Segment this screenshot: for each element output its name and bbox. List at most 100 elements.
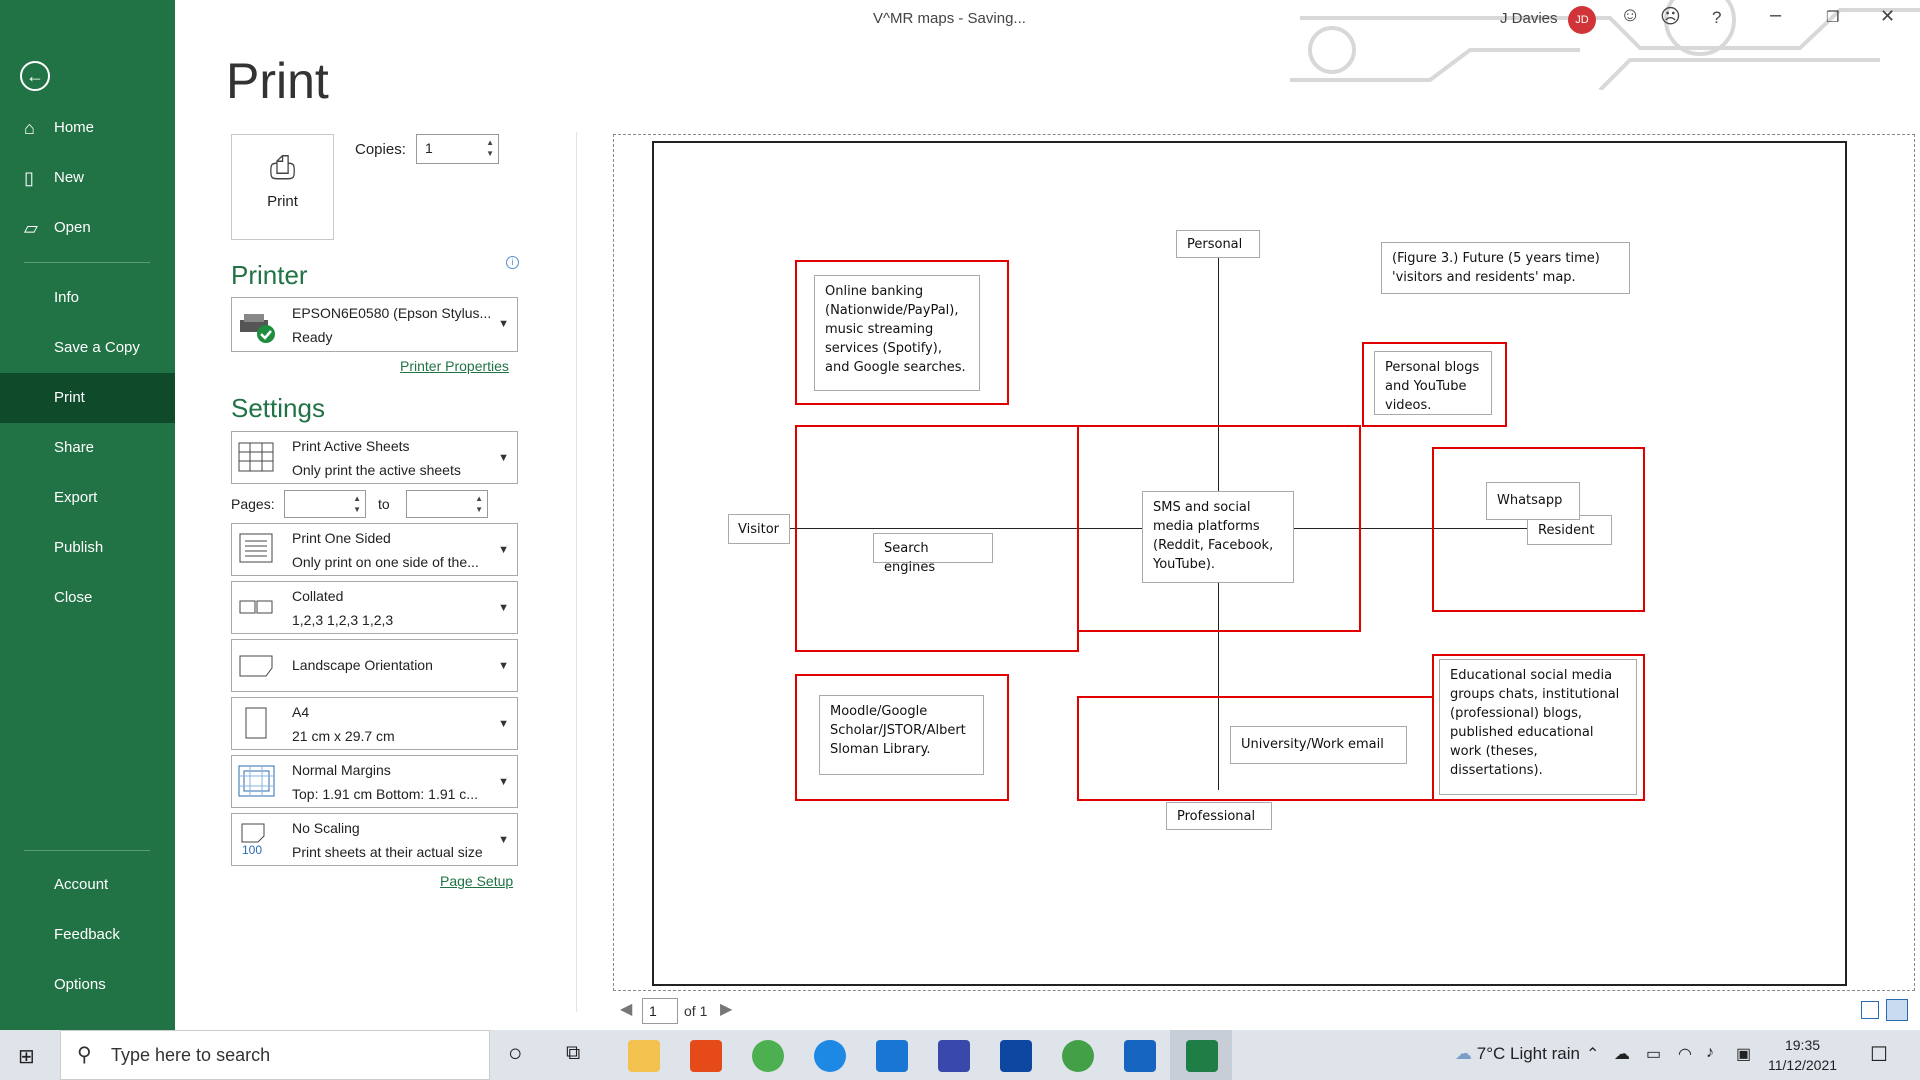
nav-open[interactable]: ▱ Open: [0, 203, 175, 253]
box-online-banking: Online banking (Nationwide/PayPal), musi…: [814, 275, 980, 391]
nav-print[interactable]: Print: [0, 373, 175, 423]
sheet-grid-icon: [238, 440, 274, 474]
previous-page-icon[interactable]: ◀: [620, 999, 632, 1019]
nav-save-a-copy[interactable]: Save a Copy: [0, 323, 175, 373]
page-setup-link[interactable]: Page Setup: [440, 873, 513, 889]
printer-ready-icon: [238, 306, 275, 343]
file-explorer-icon[interactable]: [628, 1040, 660, 1072]
nav-export[interactable]: Export: [0, 473, 175, 523]
cortana-icon[interactable]: ○: [508, 1040, 523, 1068]
sides-dropdown[interactable]: Print One Sided Only print on one side o…: [231, 523, 518, 576]
nav-options[interactable]: Options: [0, 960, 175, 1010]
axis-label-professional: Professional: [1166, 802, 1272, 830]
mail-icon[interactable]: [876, 1040, 908, 1072]
printer-icon: ⎙: [269, 149, 296, 185]
wifi-icon[interactable]: ◠: [1678, 1044, 1692, 1064]
collated-icon: [238, 590, 274, 624]
user-avatar[interactable]: JD: [1568, 6, 1596, 34]
app-icon[interactable]: [938, 1040, 970, 1072]
app-icon[interactable]: [1000, 1040, 1032, 1072]
print-button[interactable]: ⎙ Print: [231, 134, 334, 240]
help-icon[interactable]: ?: [1712, 8, 1721, 28]
smiley-icon[interactable]: ☺: [1620, 4, 1640, 27]
page-number-input[interactable]: 1: [642, 998, 678, 1024]
chrome-icon[interactable]: [1062, 1040, 1094, 1072]
onedrive-icon[interactable]: ☁: [1614, 1044, 1630, 1064]
nav-home[interactable]: ⌂ Home: [0, 103, 175, 153]
nav-share[interactable]: Share: [0, 423, 175, 473]
landscape-page-icon: [238, 648, 274, 682]
pages-to-input[interactable]: ▲ ▼: [406, 490, 488, 518]
box-educational: Educational social media groups chats, i…: [1439, 659, 1637, 795]
volume-icon[interactable]: ♪: [1706, 1044, 1714, 1062]
pages-label: Pages:: [231, 496, 275, 512]
minimize-icon[interactable]: –: [1770, 4, 1781, 27]
nav-new[interactable]: ▯ New: [0, 153, 175, 203]
taskbar-clock[interactable]: 19:35 11/12/2021: [1768, 1035, 1837, 1075]
chevron-down-icon: ▼: [498, 452, 509, 464]
show-margins-icon[interactable]: [1861, 1001, 1879, 1019]
pages-from-input[interactable]: ▲ ▼: [284, 490, 366, 518]
task-view-icon[interactable]: ⧉: [566, 1042, 580, 1065]
chrome-icon[interactable]: [752, 1040, 784, 1072]
zoom-to-page-icon[interactable]: [1886, 999, 1908, 1021]
cloud-rain-icon: ☁: [1455, 1044, 1477, 1063]
copies-label: Copies:: [355, 141, 406, 158]
panel-divider: [576, 132, 577, 1012]
svg-text:100: 100: [242, 843, 262, 856]
copies-input[interactable]: 1 ▲ ▼: [416, 134, 499, 164]
nav-close[interactable]: Close: [0, 573, 175, 623]
search-icon: ⚲: [77, 1044, 92, 1066]
excel-icon[interactable]: [1186, 1040, 1218, 1072]
chevron-up-icon[interactable]: ⌃: [1586, 1044, 1599, 1064]
notifications-icon[interactable]: ☐: [1870, 1042, 1888, 1067]
chevron-down-icon: ▼: [498, 318, 509, 330]
nav-publish[interactable]: Publish: [0, 523, 175, 573]
nav-info[interactable]: Info: [0, 273, 175, 323]
page-count: of 1: [684, 1003, 708, 1019]
nav-feedback[interactable]: Feedback: [0, 910, 175, 960]
nav-divider: [24, 850, 150, 851]
nav-account[interactable]: Account: [0, 860, 175, 910]
spinner-icon[interactable]: ▲ ▼: [353, 493, 361, 515]
margins-dropdown[interactable]: Normal Margins Top: 1.91 cm Bottom: 1.91…: [231, 755, 518, 808]
spinner-icon[interactable]: ▲ ▼: [475, 493, 483, 515]
taskbar-search-input[interactable]: ⚲ Type here to search: [60, 1030, 490, 1080]
weather-widget[interactable]: ☁ 7°C Light rain: [1455, 1044, 1580, 1064]
back-arrow-icon[interactable]: ←: [20, 61, 50, 91]
office-icon[interactable]: [690, 1040, 722, 1072]
close-icon[interactable]: ✕: [1880, 6, 1895, 27]
windows-start-icon[interactable]: ⊞: [18, 1044, 35, 1069]
printer-dropdown[interactable]: EPSON6E0580 (Epson Stylus... Ready ▼: [231, 297, 518, 352]
printer-properties-link[interactable]: Printer Properties: [400, 358, 509, 374]
new-document-icon: ▯: [24, 168, 34, 188]
box-search-engines: Search engines: [873, 533, 993, 575]
word-icon[interactable]: [1124, 1040, 1156, 1072]
chevron-down-icon: ▼: [498, 602, 509, 614]
battery-icon[interactable]: ▭: [1646, 1044, 1661, 1064]
scaling-dropdown[interactable]: 100 No Scaling Print sheets at their act…: [231, 813, 518, 866]
info-icon[interactable]: i: [506, 256, 519, 269]
no-scaling-icon: 100: [238, 822, 274, 857]
folder-open-icon: ▱: [24, 218, 38, 238]
window-title: V^MR maps - Saving...: [873, 10, 1026, 27]
orientation-dropdown[interactable]: Landscape Orientation ▼: [231, 639, 518, 692]
next-page-icon[interactable]: ▶: [720, 999, 732, 1019]
portrait-page-icon: [238, 706, 274, 740]
excel-backstage-window: ← ⌂ Home ▯ New ▱ Open Info Save a Copy Prin…: [0, 0, 1920, 1080]
highlight-whatsapp: [1432, 447, 1645, 612]
one-sided-page-icon: [238, 532, 274, 566]
box-sms-social: SMS and social media platforms (Reddit, …: [1142, 491, 1294, 583]
spinner-icon[interactable]: ▲ ▼: [486, 137, 494, 159]
preview-page: Personal Professional Visitor Resident O…: [652, 141, 1847, 986]
print-what-dropdown[interactable]: Print Active Sheets Only print the activ…: [231, 431, 518, 484]
box-work-email: University/Work email: [1230, 726, 1407, 764]
restore-icon[interactable]: ❐: [1826, 8, 1839, 26]
box-moodle: Moodle/Google Scholar/JSTOR/Albert Sloma…: [819, 695, 984, 775]
frown-icon[interactable]: ☹: [1660, 4, 1681, 29]
collation-dropdown[interactable]: Collated 1,2,3 1,2,3 1,2,3 ▼: [231, 581, 518, 634]
box-personal-blogs: Personal blogs and YouTube videos.: [1374, 351, 1492, 415]
edge-icon[interactable]: [814, 1040, 846, 1072]
paper-size-dropdown[interactable]: A4 21 cm x 29.7 cm ▼: [231, 697, 518, 750]
input-indicator-icon[interactable]: ▣: [1736, 1044, 1751, 1064]
